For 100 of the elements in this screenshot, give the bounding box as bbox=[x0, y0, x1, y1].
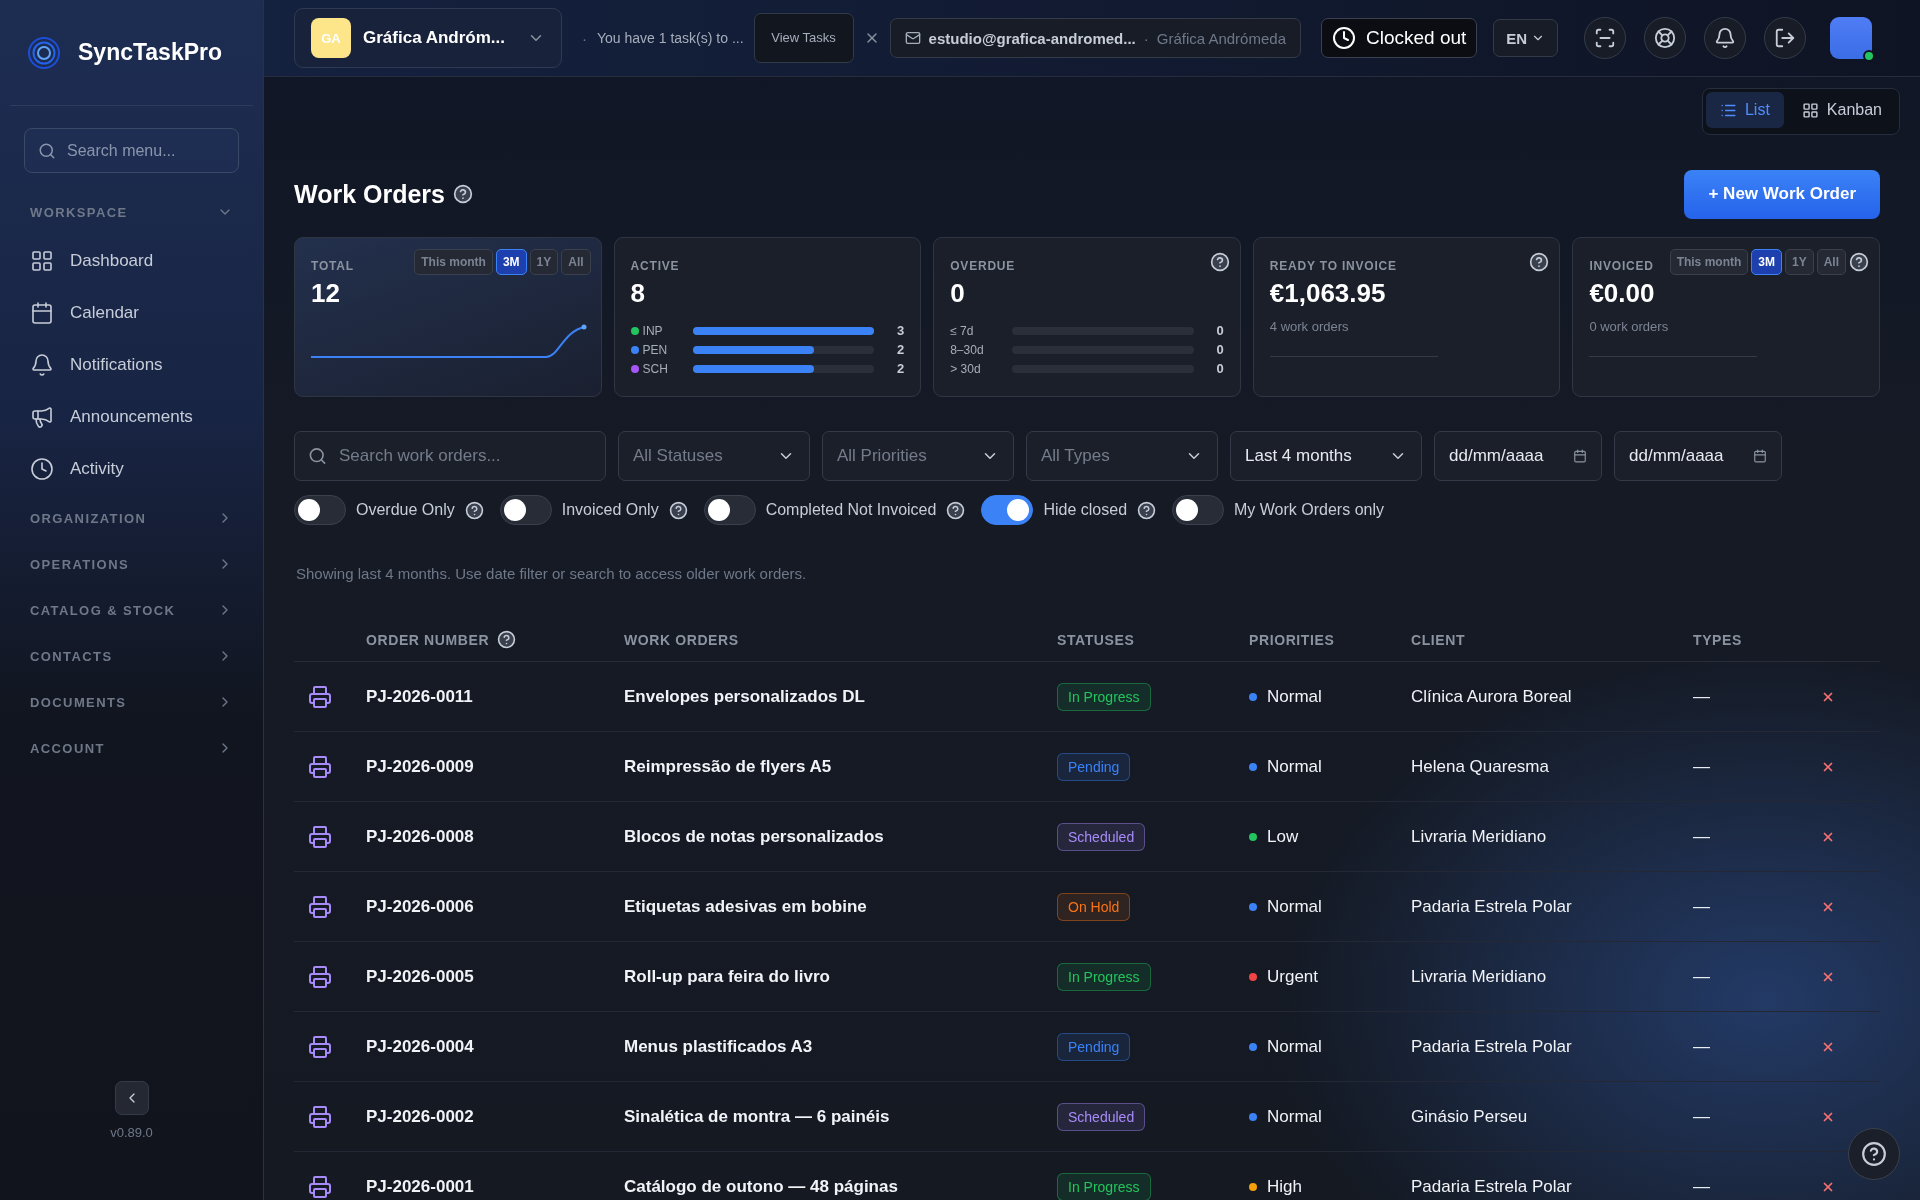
type-cell-text: — bbox=[1693, 1176, 1711, 1197]
help-icon[interactable] bbox=[497, 630, 517, 649]
help-icon[interactable] bbox=[453, 184, 473, 204]
section-header[interactable]: ACCOUNT bbox=[24, 725, 239, 771]
lifebuoy-button[interactable] bbox=[1644, 17, 1687, 59]
help-icon[interactable] bbox=[1849, 252, 1869, 272]
account-chip[interactable]: estudio@grafica-andromed... · Gráfica Andrómeda bbox=[889, 18, 1301, 58]
help-icon[interactable] bbox=[1529, 252, 1550, 272]
help-icon[interactable] bbox=[464, 500, 484, 520]
order-title: Menus plastificados A3 bbox=[624, 1036, 814, 1057]
stat-value: €0.00 bbox=[1589, 278, 1656, 309]
filter-dropdown[interactable]: Last 4 months bbox=[1230, 431, 1422, 481]
logout-button[interactable] bbox=[1764, 17, 1807, 59]
section-header[interactable]: CONTACTS bbox=[24, 633, 239, 679]
range-tab[interactable]: 3M bbox=[1751, 249, 1782, 275]
help-button[interactable] bbox=[1848, 1128, 1900, 1180]
bar-count: 0 bbox=[1215, 361, 1224, 376]
notifications-button[interactable] bbox=[1704, 17, 1747, 59]
user-avatar[interactable] bbox=[1830, 17, 1873, 59]
company-selector[interactable]: GA Gráfica Andróm... bbox=[294, 8, 562, 68]
toggle-switch[interactable] bbox=[499, 495, 552, 525]
bar-count: 0 bbox=[1215, 323, 1224, 338]
section-header[interactable]: ORGANIZATION bbox=[24, 495, 239, 541]
type-cell-text: — bbox=[1693, 966, 1711, 987]
printer-icon[interactable] bbox=[308, 1104, 332, 1129]
clock-button[interactable]: Clocked out bbox=[1321, 18, 1478, 58]
nav-item[interactable]: Dashboard bbox=[24, 235, 239, 287]
new-work-order-button[interactable]: + New Work Order bbox=[1684, 169, 1880, 219]
order-number: PJ-2026-0001 bbox=[366, 1176, 475, 1197]
range-tab[interactable]: This month bbox=[414, 249, 493, 275]
mail-icon bbox=[904, 30, 921, 46]
grid-icon bbox=[1801, 101, 1819, 119]
date-field[interactable]: dd/mm/aaaa bbox=[1614, 431, 1782, 481]
printer-icon[interactable] bbox=[308, 964, 332, 989]
range-tab[interactable]: 3M bbox=[495, 249, 527, 275]
logo-icon bbox=[28, 36, 60, 69]
collapse-sidebar-button[interactable] bbox=[114, 1081, 149, 1115]
printer-icon[interactable] bbox=[308, 824, 332, 849]
printer-icon[interactable] bbox=[308, 684, 332, 709]
toggle-switch[interactable] bbox=[703, 495, 756, 525]
toggle-switch[interactable] bbox=[294, 495, 346, 525]
priority-label: Urgent bbox=[1267, 966, 1319, 987]
stat-value: 8 bbox=[630, 278, 647, 309]
help-icon[interactable] bbox=[1137, 500, 1157, 520]
range-tab[interactable]: 1Y bbox=[1784, 249, 1814, 275]
order-number: PJ-2026-0004 bbox=[366, 1036, 475, 1057]
range-tab[interactable]: This month bbox=[1669, 249, 1749, 275]
toggle-switch[interactable] bbox=[1172, 495, 1225, 525]
help-icon bbox=[1861, 1141, 1887, 1167]
range-tab[interactable]: All bbox=[561, 249, 591, 275]
help-icon[interactable] bbox=[668, 500, 688, 520]
menu-search-field[interactable]: Search menu... bbox=[24, 128, 239, 173]
section-header[interactable]: OPERATIONS bbox=[24, 541, 239, 587]
date-field[interactable]: dd/mm/aaaa bbox=[1434, 431, 1602, 481]
printer-icon[interactable] bbox=[308, 1174, 332, 1199]
nav-item[interactable]: Announcements bbox=[24, 391, 239, 443]
toggle-label: Completed Not Invoiced bbox=[765, 501, 937, 519]
view-tasks-button[interactable]: View Tasks bbox=[753, 13, 854, 63]
search-field[interactable]: Search work orders... bbox=[294, 431, 606, 481]
column-header: WORK ORDERS bbox=[624, 631, 739, 648]
app-name: SyncTaskPro bbox=[78, 39, 223, 66]
status-badge: Pending bbox=[1057, 752, 1131, 781]
search-icon bbox=[38, 141, 56, 160]
stat-value: €1,063.95 bbox=[1269, 278, 1387, 309]
stat-label: ACTIVE bbox=[630, 259, 680, 273]
printer-icon[interactable] bbox=[308, 894, 332, 919]
priority-label: Normal bbox=[1267, 1106, 1322, 1127]
range-tab[interactable]: All bbox=[1816, 249, 1846, 275]
nav-item[interactable]: Activity bbox=[24, 443, 239, 495]
scan-button[interactable] bbox=[1584, 17, 1627, 59]
bar-label: PEN bbox=[642, 342, 669, 357]
nav-item[interactable]: Calendar bbox=[24, 287, 239, 339]
bar-label: ≤ 7d bbox=[950, 323, 975, 338]
status-badge: On Hold bbox=[1057, 892, 1131, 921]
section-header[interactable]: CATALOG & STOCK bbox=[24, 587, 239, 633]
help-icon[interactable] bbox=[946, 500, 966, 520]
view-tab[interactable]: Kanban bbox=[1787, 92, 1896, 128]
language-selector[interactable]: EN bbox=[1493, 19, 1559, 57]
filter-dropdown[interactable]: All Statuses bbox=[618, 431, 810, 481]
nav-item[interactable]: Notifications bbox=[24, 339, 239, 391]
printer-icon[interactable] bbox=[308, 1034, 332, 1059]
stat-label: TOTAL bbox=[311, 259, 354, 273]
calendar-icon bbox=[1753, 449, 1767, 463]
help-icon[interactable] bbox=[1209, 252, 1230, 272]
stat-note: 0 work orders bbox=[1589, 319, 1670, 334]
printer-icon[interactable] bbox=[308, 754, 332, 779]
calendar-icon bbox=[30, 301, 54, 325]
view-tab[interactable]: List bbox=[1705, 92, 1784, 128]
section-header[interactable]: DOCUMENTS bbox=[24, 679, 239, 725]
filter-dropdown[interactable]: All Types bbox=[1026, 431, 1218, 481]
type-cell-text: — bbox=[1693, 826, 1711, 847]
section-header[interactable]: WORKSPACE bbox=[24, 189, 239, 235]
order-number: PJ-2026-0005 bbox=[366, 966, 475, 987]
range-tab[interactable]: 1Y bbox=[529, 249, 559, 275]
order-title: Blocos de notas personalizados bbox=[624, 826, 885, 847]
toggle-label: Invoiced Only bbox=[561, 501, 659, 519]
filter-dropdown[interactable]: All Priorities bbox=[822, 431, 1014, 481]
stat-value: 12 bbox=[311, 278, 341, 309]
priority-label: Normal bbox=[1267, 1036, 1322, 1057]
toggle-switch[interactable] bbox=[981, 495, 1034, 525]
